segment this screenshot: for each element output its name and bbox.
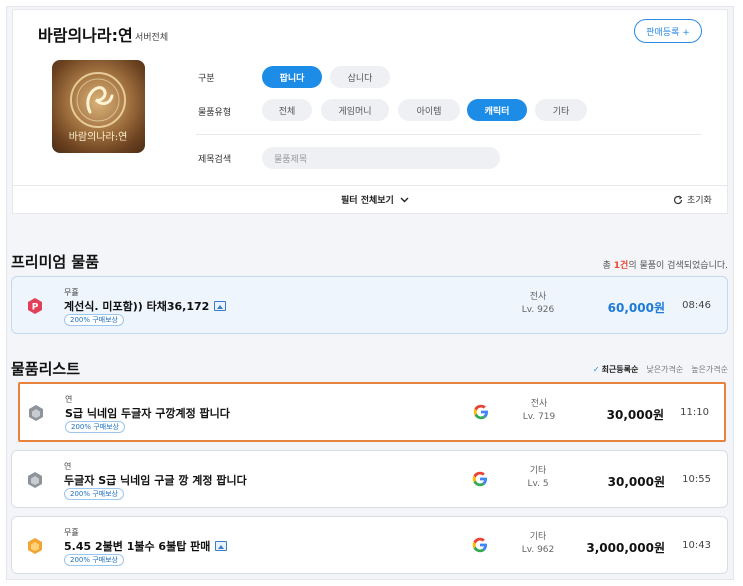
character-class: 기타 Lv. 962 — [521, 532, 555, 555]
character-class: 전사 Lv. 926 — [521, 292, 555, 315]
game-title: 바람의나라:연 — [38, 26, 133, 45]
google-icon — [472, 471, 487, 487]
item-price: 60,000원 — [607, 301, 665, 315]
item-title: 두글자 S급 닉네임 구글 깡 계정 팝니다 — [64, 474, 247, 487]
item-time: 10:43 — [682, 540, 711, 551]
item-price: 30,000원 — [606, 408, 664, 422]
item-time: 11:10 — [680, 407, 709, 418]
reward-badge: 200% 구매보상 — [64, 488, 124, 500]
list-item[interactable]: 무휼 5.45 2불변 1불수 6불탑 판매 200% 구매보상 기타 Lv. 9… — [11, 516, 728, 574]
type-label: 구분 — [198, 74, 215, 84]
image-icon — [214, 301, 227, 311]
svg-text:바람의나라:연: 바람의나라:연 — [69, 130, 128, 143]
list-item[interactable]: 연 S급 닉네임 두글자 구깡계정 팝니다 200% 구매보상 전사 Lv. 71… — [18, 382, 726, 442]
list-section-title: 물품리스트 — [11, 360, 81, 378]
seller-name: 연 — [65, 395, 73, 404]
category-label: 물품유형 — [198, 108, 232, 118]
google-icon — [472, 537, 487, 553]
reward-badge: 200% 구매보상 — [64, 554, 124, 566]
seller-grade-gray-icon — [29, 405, 43, 421]
item-time: 08:46 — [682, 300, 711, 311]
image-icon — [215, 541, 228, 551]
list-item[interactable]: 연 두글자 S급 닉네임 구글 깡 계정 팝니다 200% 구매보상 기타 Lv.… — [11, 450, 728, 508]
sort-recent[interactable]: 최근등록순 — [593, 364, 639, 375]
character-class: 전사 Lv. 719 — [522, 399, 556, 422]
result-count: 총 1건의 물품이 검색되었습니다. — [602, 261, 728, 271]
google-icon — [473, 404, 488, 420]
seller-grade-red-icon: P — [28, 298, 42, 314]
reward-badge: 200% 구매보상 — [65, 421, 125, 433]
item-price: 30,000원 — [607, 475, 665, 489]
refresh-icon — [673, 195, 683, 204]
sort-high-price[interactable]: 높은가격순 — [691, 364, 728, 375]
server-label: 서버전체 — [135, 33, 169, 43]
reward-badge: 200% 구매보상 — [64, 314, 124, 326]
item-title: 계선식. 미포함)) 타채36,172 — [64, 298, 227, 314]
type-option-sell[interactable]: 팝니다 — [262, 66, 322, 88]
show-all-filters-button[interactable]: 필터 전체보기 — [341, 193, 409, 206]
item-title: 5.45 2불변 1불수 6불탑 판매 — [64, 538, 228, 554]
character-class: 기타 Lv. 5 — [527, 466, 549, 489]
sort-options: 최근등록순 낮은가격순 높은가격순 — [593, 364, 728, 375]
filter-divider — [196, 134, 701, 135]
category-option-all[interactable]: 전체 — [262, 99, 312, 121]
seller-name: 무휼 — [64, 528, 79, 537]
search-label: 제목검색 — [198, 155, 232, 165]
category-option-etc[interactable]: 기타 — [535, 99, 587, 121]
category-option-character[interactable]: 캐릭터 — [467, 99, 527, 121]
item-title: S급 닉네임 두글자 구깡계정 팝니다 — [65, 407, 230, 420]
chevron-down-icon — [400, 197, 409, 202]
card-divider — [13, 185, 727, 186]
seller-grade-gold-icon — [28, 538, 42, 554]
seller-name: 무휼 — [64, 288, 79, 297]
reset-filters-button[interactable]: 초기화 — [673, 193, 712, 206]
seller-grade-gray-icon — [28, 472, 42, 488]
category-option-item[interactable]: 아이템 — [398, 99, 460, 121]
premium-section-title: 프리미엄 물품 — [11, 253, 100, 271]
sell-register-button[interactable]: 판매등록 + — [634, 19, 702, 43]
svg-text:P: P — [32, 303, 39, 313]
type-option-buy[interactable]: 삽니다 — [330, 66, 390, 88]
game-logo-image: 바람의나라:연 — [52, 60, 145, 153]
title-search-input[interactable]: 물품제목 — [262, 147, 500, 169]
seller-name: 연 — [64, 462, 72, 471]
item-time: 10:55 — [682, 474, 711, 485]
item-price: 3,000,000원 — [586, 541, 665, 555]
show-all-filters-label: 필터 전체보기 — [341, 196, 394, 206]
premium-item[interactable]: P 무휼 계선식. 미포함)) 타채36,172 200% 구매보상 전사 Lv.… — [11, 276, 728, 334]
sort-low-price[interactable]: 낮은가격순 — [646, 364, 683, 375]
reset-label: 초기화 — [687, 196, 712, 206]
category-option-game-money[interactable]: 게임머니 — [321, 99, 389, 121]
